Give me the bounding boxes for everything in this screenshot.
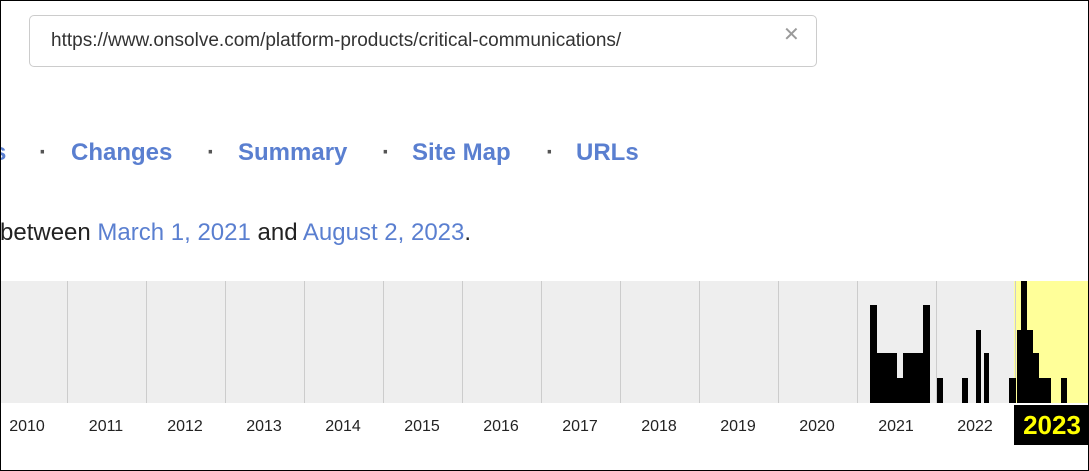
year-label-current[interactable]: 2023 — [1014, 405, 1088, 445]
year-label-2015[interactable]: 2015 — [404, 418, 440, 436]
nav-link-cut[interactable]: s — [1, 139, 6, 167]
range-start-date-link[interactable]: March 1, 2021 — [97, 219, 250, 246]
url-search-bar[interactable]: https://www.onsolve.com/platform-product… — [29, 15, 817, 67]
sparkline-graphic[interactable] — [1, 281, 1089, 403]
year-label-2016[interactable]: 2016 — [483, 418, 519, 436]
nav-link-site-map[interactable]: Site Map — [412, 139, 511, 167]
year-axis: 2010 2011 2012 2013 2014 2015 2016 2017 … — [1, 403, 1088, 453]
capture-range-text: between March 1, 2021 and August 2, 2023… — [0, 219, 472, 247]
year-label-2020[interactable]: 2020 — [799, 418, 835, 436]
capture-sparkline[interactable] — [1, 281, 1089, 403]
range-suffix: . — [464, 219, 472, 246]
nav-link-summary[interactable]: Summary — [238, 139, 347, 167]
nav-link-urls[interactable]: URLs — [576, 139, 639, 167]
year-label-2011[interactable]: 2011 — [89, 418, 123, 436]
page-frame: https://www.onsolve.com/platform-product… — [0, 0, 1089, 471]
range-middle: and — [257, 219, 298, 246]
nav-separator: · — [207, 139, 215, 166]
year-label-2022[interactable]: 2022 — [957, 418, 993, 436]
year-label-2018[interactable]: 2018 — [641, 418, 677, 436]
year-label-2017[interactable]: 2017 — [562, 418, 598, 436]
nav-link-changes[interactable]: Changes — [71, 139, 172, 167]
year-label-2021[interactable]: 2021 — [878, 418, 914, 436]
year-label-2012[interactable]: 2012 — [167, 418, 203, 436]
nav-separator: · — [546, 139, 554, 166]
nav-separator: · — [39, 139, 47, 166]
range-end-date-link[interactable]: August 2, 2023 — [303, 219, 464, 246]
range-prefix: between — [0, 219, 91, 246]
year-label-2019[interactable]: 2019 — [720, 418, 756, 436]
url-input[interactable]: https://www.onsolve.com/platform-product… — [51, 30, 621, 52]
nav-separator: · — [382, 139, 390, 166]
year-label-2010[interactable]: 2010 — [9, 418, 45, 436]
close-icon[interactable]: ✕ — [783, 25, 800, 45]
year-label-2013[interactable]: 2013 — [246, 418, 282, 436]
year-label-2014[interactable]: 2014 — [325, 418, 361, 436]
